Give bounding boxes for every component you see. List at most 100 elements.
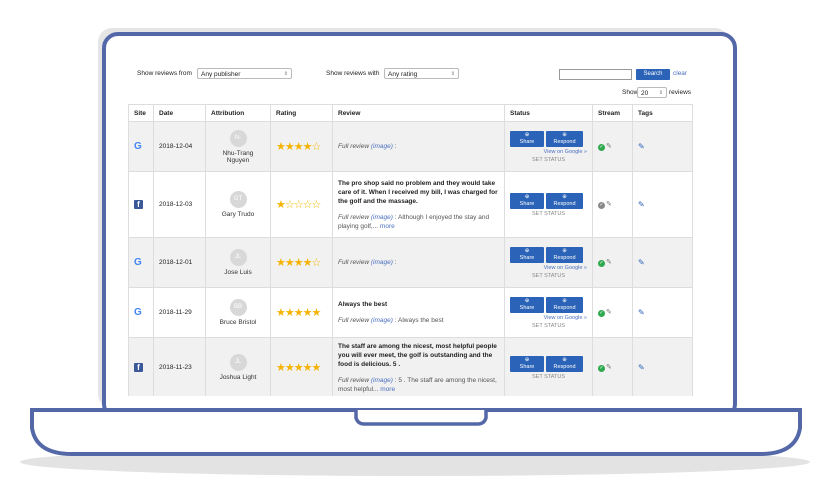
share-icon: ⊕ bbox=[524, 356, 530, 363]
reviewer-name: Jose Luis bbox=[224, 269, 252, 276]
share-label: Share bbox=[519, 138, 535, 145]
respond-label: Respond bbox=[553, 200, 576, 207]
status-cell: ⊕ Share⊕ Respond View on Google » SET STAT… bbox=[504, 237, 593, 288]
table-row: G 2018-11-29 BB Bruce Bristol ★★★★★ Alwa… bbox=[128, 287, 693, 338]
col-header-attribution[interactable]: Attribution bbox=[205, 104, 271, 122]
edit-tags-icon[interactable]: ✎ bbox=[638, 142, 645, 151]
respond-icon: ⊕ bbox=[562, 356, 567, 363]
empty-stars-icon: ☆☆☆☆ bbox=[284, 199, 321, 211]
share-label: Share bbox=[519, 200, 535, 207]
respond-button[interactable]: ⊕ Respond bbox=[546, 246, 583, 263]
share-button[interactable]: ⊕ Share bbox=[510, 192, 544, 209]
empty-stars-icon: ☆ bbox=[311, 257, 321, 269]
google-icon: G bbox=[134, 307, 142, 318]
status-cell: ⊕ Share⊕ Respond View on Google » SET STAT… bbox=[504, 287, 593, 338]
reviewer-name: Joshua Light bbox=[219, 374, 257, 381]
edit-pencil-icon[interactable]: ✎ bbox=[606, 259, 612, 266]
col-header-status[interactable]: Status bbox=[504, 104, 593, 122]
respond-label: Respond bbox=[553, 138, 576, 145]
show-label: Show bbox=[622, 89, 639, 96]
respond-label: Respond bbox=[553, 254, 576, 261]
share-button[interactable]: ⊕ Share bbox=[510, 130, 544, 147]
publisher-label: Show reviews from bbox=[137, 70, 192, 77]
clear-link[interactable]: clear bbox=[673, 70, 687, 77]
review-date: 2018-12-03 bbox=[159, 201, 193, 208]
review-cell: Full review (image) : bbox=[332, 121, 505, 172]
edit-pencil-icon[interactable]: ✎ bbox=[606, 364, 612, 371]
reviewer-name: Nhu-Trang Nguyen bbox=[222, 149, 254, 164]
col-header-site[interactable]: Site bbox=[128, 104, 154, 122]
edit-tags-icon[interactable]: ✎ bbox=[638, 200, 645, 209]
edit-tags-icon[interactable]: ✎ bbox=[638, 308, 645, 317]
status-buttons: ⊕ Share⊕ Respond bbox=[510, 130, 587, 147]
col-header-date[interactable]: Date bbox=[153, 104, 206, 122]
full-review-excerpt: : bbox=[394, 143, 397, 150]
rating-select[interactable]: Any rating ⇕ bbox=[384, 68, 459, 79]
image-link[interactable]: (image) bbox=[371, 259, 393, 266]
respond-button[interactable]: ⊕ Respond bbox=[546, 192, 583, 209]
attribution-cell: BB Bruce Bristol bbox=[205, 287, 271, 338]
respond-button[interactable]: ⊕ Respond bbox=[546, 296, 583, 313]
stream-status-icon[interactable]: ✓ bbox=[598, 144, 605, 151]
select-arrows-icon: ⇕ bbox=[658, 90, 663, 96]
col-header-review[interactable]: Review bbox=[332, 104, 505, 122]
share-label: Share bbox=[519, 363, 535, 370]
filled-stars-icon: ★★★★ bbox=[276, 257, 312, 269]
view-on-google-link[interactable]: View on Google » bbox=[510, 265, 587, 271]
set-status-link[interactable]: SET STATUS bbox=[510, 323, 587, 329]
full-review: Full review (image) : bbox=[338, 142, 499, 151]
stream-cell: ✓ ✎ bbox=[592, 121, 633, 172]
set-status-link[interactable]: SET STATUS bbox=[510, 273, 587, 279]
image-link[interactable]: (image) bbox=[371, 143, 393, 150]
stream-status-icon[interactable]: ✓ bbox=[598, 310, 605, 317]
image-link[interactable]: (image) bbox=[371, 214, 393, 221]
image-link[interactable]: (image) bbox=[371, 317, 393, 324]
view-on-google-link[interactable]: View on Google » bbox=[510, 149, 587, 155]
status-buttons: ⊕ Share⊕ Respond bbox=[510, 246, 587, 263]
full-review: Full review (image) : Always the best bbox=[338, 316, 499, 325]
filter-toolbar: Show reviews from Any publisher ⇕ Show r… bbox=[127, 58, 701, 98]
google-icon: G bbox=[134, 141, 142, 152]
view-on-google-link[interactable]: View on Google » bbox=[510, 315, 587, 321]
rating-cell: ★☆☆☆☆ bbox=[270, 171, 333, 238]
share-icon: ⊕ bbox=[524, 247, 530, 254]
respond-button[interactable]: ⊕ Respond bbox=[546, 130, 583, 147]
col-header-stream[interactable]: Stream bbox=[592, 104, 633, 122]
stream-status-icon[interactable]: ✓ bbox=[598, 365, 605, 372]
col-header-rating[interactable]: Rating bbox=[270, 104, 333, 122]
full-review-label: Full review bbox=[338, 376, 370, 384]
table-row: f 2018-12-03 GT Gary Trudo ★☆☆☆☆ The pro… bbox=[128, 171, 693, 238]
col-header-tags[interactable]: Tags bbox=[632, 104, 693, 122]
stream-status-icon[interactable]: ✓ bbox=[598, 202, 605, 209]
full-review-label: Full review bbox=[338, 143, 370, 150]
search-button[interactable]: Search bbox=[636, 69, 670, 80]
share-button[interactable]: ⊕ Share bbox=[510, 296, 544, 313]
search-input[interactable] bbox=[559, 69, 632, 80]
reviewer-name: Gary Trudo bbox=[221, 211, 255, 218]
set-status-link[interactable]: SET STATUS bbox=[510, 374, 587, 380]
empty-stars-icon: ☆ bbox=[311, 141, 321, 153]
edit-tags-icon[interactable]: ✎ bbox=[638, 258, 645, 267]
status-buttons: ⊕ Share⊕ Respond bbox=[510, 296, 587, 313]
edit-pencil-icon[interactable]: ✎ bbox=[606, 309, 612, 316]
filled-stars-icon: ★★★★★ bbox=[276, 307, 321, 319]
stream-status-icon[interactable]: ✓ bbox=[598, 260, 605, 267]
share-button[interactable]: ⊕ Share bbox=[510, 355, 544, 372]
respond-button[interactable]: ⊕ Respond bbox=[546, 355, 583, 372]
star-rating: ★☆☆☆☆ bbox=[276, 199, 321, 211]
review-text: Always the best bbox=[338, 301, 388, 308]
respond-icon: ⊕ bbox=[562, 193, 567, 200]
edit-pencil-icon[interactable]: ✎ bbox=[606, 201, 612, 208]
more-link[interactable]: more bbox=[380, 223, 395, 230]
image-link[interactable]: (image) bbox=[371, 377, 393, 384]
set-status-link[interactable]: SET STATUS bbox=[510, 157, 587, 163]
share-button[interactable]: ⊕ Share bbox=[510, 246, 544, 263]
publisher-select[interactable]: Any publisher ⇕ bbox=[197, 68, 292, 79]
edit-tags-icon[interactable]: ✎ bbox=[638, 363, 645, 372]
edit-pencil-icon[interactable]: ✎ bbox=[606, 143, 612, 150]
set-status-link[interactable]: SET STATUS bbox=[510, 211, 587, 217]
page-size-select[interactable]: 20 ⇕ bbox=[637, 87, 667, 98]
status-cell: ⊕ Share⊕ Respond View on Google » SET STAT… bbox=[504, 121, 593, 172]
reviews-label: reviews bbox=[669, 89, 692, 96]
more-link[interactable]: more bbox=[380, 386, 395, 393]
